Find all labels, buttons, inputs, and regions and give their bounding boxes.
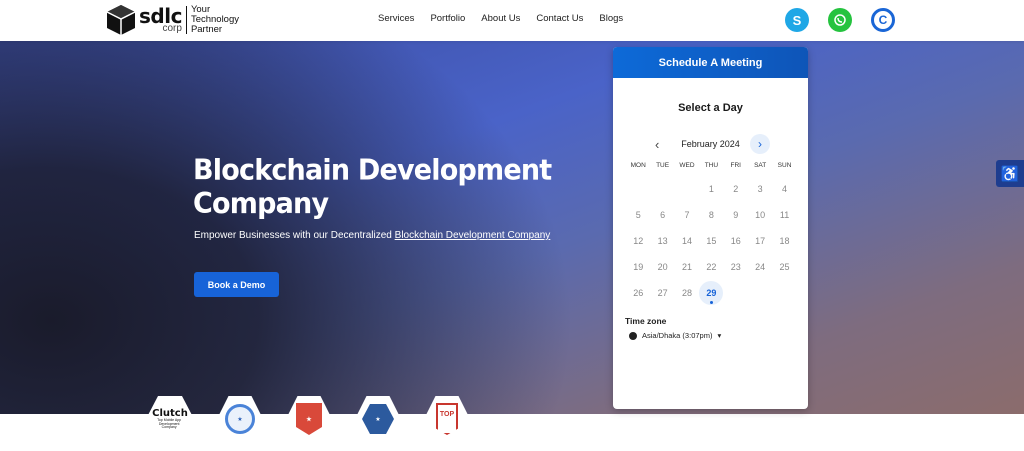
main-nav: Services Portfolio About Us Contact Us B… [378, 13, 639, 24]
calendar-empty-cell [772, 280, 796, 306]
weekday-label: SUN [777, 162, 792, 169]
calendar: MON TUE WED THU FRI SAT SUN 1 2 3 4 5 6 7 8 9 10 11 12 13 14… [626, 162, 796, 306]
calendar-day[interactable]: 7 [675, 202, 699, 228]
calendly-icon[interactable]: C [871, 8, 895, 32]
weekday-label: MON [630, 162, 646, 169]
nav-about-us[interactable]: About Us [481, 13, 520, 24]
accessibility-icon[interactable]: ♿ [996, 160, 1024, 187]
calendar-empty-cell [675, 176, 699, 202]
calendar-day[interactable]: 8 [699, 202, 723, 228]
weekday-label: FRI [730, 162, 741, 169]
calendar-day[interactable]: 17 [748, 228, 772, 254]
calendar-day[interactable]: 23 [724, 254, 748, 280]
calendar-day[interactable]: 21 [675, 254, 699, 280]
book-demo-button[interactable]: Book a Demo [194, 272, 279, 297]
hero-section: Blockchain Development Company Empower B… [0, 41, 1024, 414]
top-seal-icon: TOP [436, 403, 458, 435]
mobile-app-daily-seal-icon: ★ [362, 404, 394, 434]
calendar-day[interactable]: 11 [772, 202, 796, 228]
calendar-empty-cell [626, 176, 650, 202]
whatsapp-icon[interactable] [828, 8, 852, 32]
calendar-day[interactable]: 22 [699, 254, 723, 280]
calendar-day[interactable]: 27 [650, 280, 674, 306]
weekday-label: THU [704, 162, 719, 169]
logo-corp: corp [162, 23, 182, 34]
calendar-day[interactable]: 6 [650, 202, 674, 228]
calendar-day[interactable]: 26 [626, 280, 650, 306]
nav-services[interactable]: Services [378, 13, 414, 24]
calendar-day[interactable]: 25 [772, 254, 796, 280]
chevron-left-icon[interactable]: ‹ [655, 137, 659, 152]
month-navigator: ‹ February 2024 › [613, 134, 808, 154]
calendar-day[interactable]: 5 [626, 202, 650, 228]
weekday-label: SAT [754, 162, 767, 169]
sdlc-logo[interactable]: sdlc corp Your Technology Partner [106, 4, 239, 36]
calendar-day[interactable]: 1 [699, 176, 723, 202]
hero-subtitle: Empower Businesses with our Decentralize… [194, 230, 551, 241]
hero-subtitle-link[interactable]: Blockchain Development Company [395, 230, 551, 241]
calendar-empty-cell [724, 280, 748, 306]
appfutura-seal-icon: ★ [296, 403, 322, 435]
calendar-day[interactable]: 12 [626, 228, 650, 254]
calendar-day[interactable]: 29 [699, 280, 724, 306]
select-day-title: Select a Day [678, 102, 743, 114]
nav-contact-us[interactable]: Contact Us [536, 13, 583, 24]
caret-down-icon: ▾ [717, 331, 722, 340]
calendar-day[interactable]: 24 [748, 254, 772, 280]
calendar-day[interactable]: 28 [675, 280, 699, 306]
goodfirms-seal-icon: ★ [225, 404, 255, 434]
calendar-day[interactable]: 20 [650, 254, 674, 280]
chevron-right-icon[interactable]: › [750, 134, 770, 154]
calendar-day[interactable]: 4 [772, 176, 796, 202]
calendar-empty-cell [748, 280, 772, 306]
timezone-select[interactable]: Asia/Dhaka (3:07pm) ▾ [629, 331, 721, 340]
globe-icon [629, 331, 637, 340]
today-dot [709, 301, 713, 304]
calendar-day[interactable]: 14 [675, 228, 699, 254]
cube-logo-icon [106, 5, 136, 35]
calendar-day[interactable]: 10 [748, 202, 772, 228]
calendar-day[interactable]: 2 [724, 176, 748, 202]
hero-title: Blockchain Development Company [193, 154, 552, 221]
calendar-day[interactable]: 13 [650, 228, 674, 254]
calendar-day[interactable]: 15 [699, 228, 723, 254]
timezone-label: Time zone [625, 316, 667, 326]
logo-divider [185, 6, 187, 34]
nav-blogs[interactable]: Blogs [599, 13, 623, 24]
weekday-label: TUE [656, 162, 670, 169]
site-header: sdlc corp Your Technology Partner Servic… [0, 0, 1024, 41]
calendar-day[interactable]: 19 [626, 254, 650, 280]
skype-icon[interactable]: S [785, 8, 809, 32]
calendar-day[interactable]: 9 [724, 202, 748, 228]
nav-portfolio[interactable]: Portfolio [430, 13, 465, 24]
logo-tagline: Your Technology Partner [190, 4, 239, 35]
calendar-empty-cell [650, 176, 674, 202]
weekday-label: WED [679, 162, 695, 169]
month-label: February 2024 [681, 139, 740, 149]
schedule-meeting-widget: Schedule A Meeting Select a Day ‹ Februa… [613, 47, 808, 409]
calendar-grid: MON TUE WED THU FRI SAT SUN 1 2 3 4 5 6 7 8 9 10 11 12 13 14… [626, 162, 796, 306]
calendar-day[interactable]: 18 [772, 228, 796, 254]
calendar-day[interactable]: 16 [724, 228, 748, 254]
schedule-header: Schedule A Meeting [613, 47, 808, 78]
calendar-day[interactable]: 3 [748, 176, 772, 202]
page: sdlc corp Your Technology Partner Servic… [0, 0, 1024, 451]
